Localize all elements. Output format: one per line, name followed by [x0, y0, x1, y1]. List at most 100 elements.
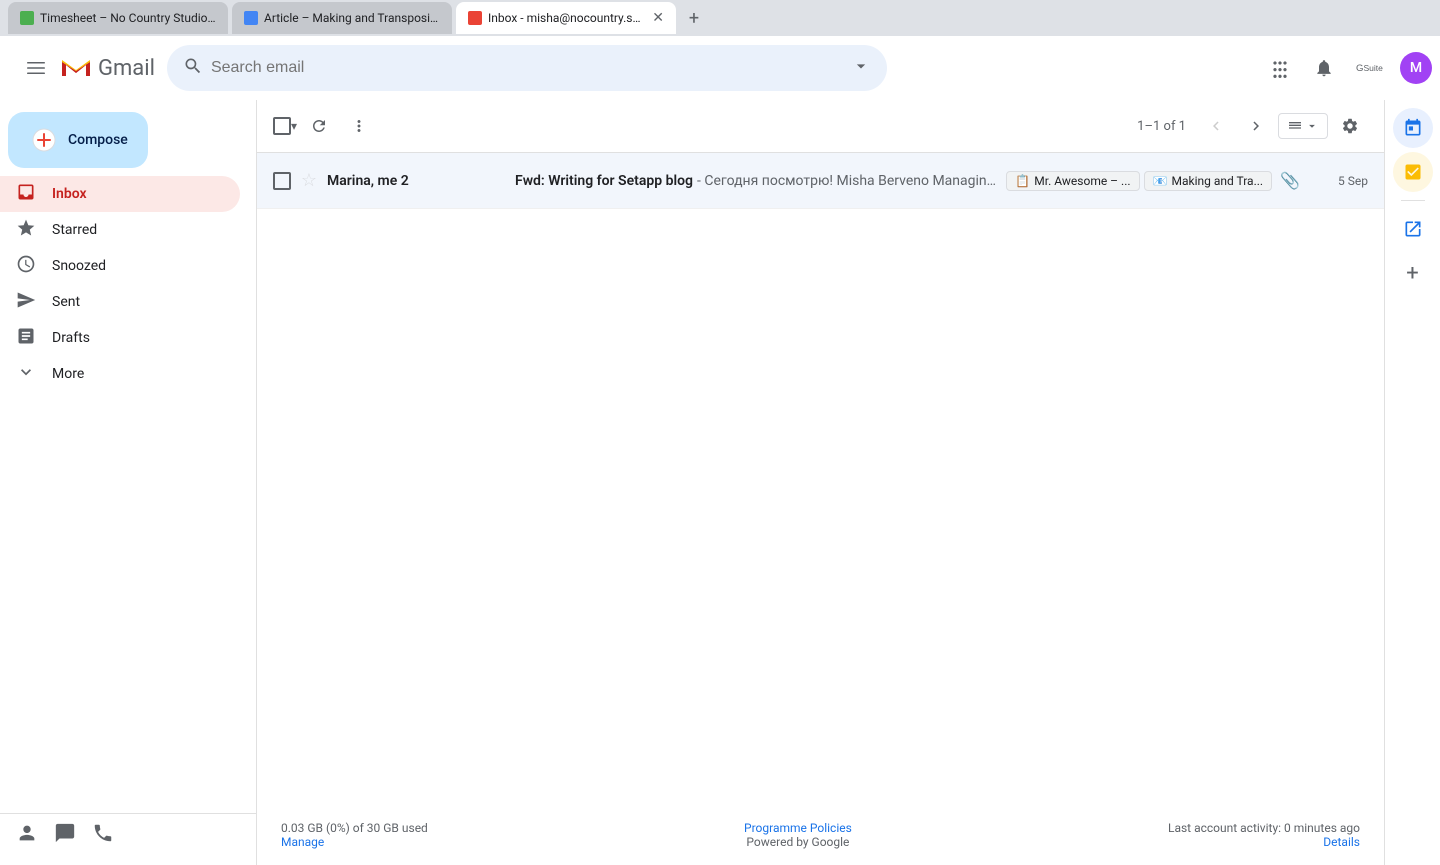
footer-center: Programme Policies Powered by Google [744, 821, 852, 849]
gmail-logo: Gmail [60, 56, 155, 81]
email-chips: 📋 Mr. Awesome – ... 📧 Making and Tra... [1006, 171, 1272, 191]
footer-left: 0.03 GB (0%) of 30 GB used Manage [281, 821, 428, 849]
email-snippet: - Сегодня посмотрю! Misha Berveno Managi… [697, 173, 998, 189]
storage-text: 0.03 GB (0%) of 30 GB used [281, 821, 428, 835]
footer-right: Last account activity: 0 minutes ago Det… [1168, 821, 1360, 849]
right-panel-divider [1401, 200, 1425, 201]
manage-link[interactable]: Manage [281, 835, 324, 849]
search-input[interactable] [211, 59, 843, 77]
sidebar-bottom [0, 813, 256, 857]
search-dropdown-icon[interactable] [851, 56, 871, 81]
tab1-label: Timesheet – No Country Studio – Harvest [40, 11, 216, 25]
sidebar-item-sent[interactable]: Sent [0, 284, 240, 320]
refresh-button[interactable] [301, 108, 337, 144]
details-link[interactable]: Details [1323, 835, 1360, 849]
gmail-m-icon [60, 56, 92, 80]
pagination-text: 1–1 of 1 [1129, 119, 1194, 134]
inbox-icon [16, 182, 36, 207]
sidebar-item-snoozed[interactable]: Snoozed [0, 248, 240, 284]
content-area: ▾ 1–1 of 1 [256, 100, 1384, 865]
email-subject: Fwd: Writing for Setapp blog [515, 173, 693, 189]
email-chip-2[interactable]: 📧 Making and Tra... [1144, 171, 1273, 191]
more-options-button[interactable] [341, 108, 377, 144]
drafts-icon [16, 326, 36, 351]
chat-icon[interactable] [54, 822, 76, 849]
select-dropdown-icon[interactable]: ▾ [291, 119, 297, 133]
next-page-button[interactable] [1238, 108, 1274, 144]
chip2-label: Making and Tra... [1171, 174, 1263, 188]
chip1-icon: 📋 [1015, 174, 1030, 188]
email-chip-1[interactable]: 📋 Mr. Awesome – ... [1006, 171, 1139, 191]
chip2-icon: 📧 [1153, 174, 1168, 188]
browser-tab-1[interactable]: Timesheet – No Country Studio – Harvest [8, 2, 228, 34]
email-date: 5 Sep [1308, 174, 1368, 188]
email-content: Fwd: Writing for Setapp blog - Сегодня п… [515, 173, 998, 189]
density-button[interactable] [1278, 113, 1328, 139]
tab2-label: Article – Making and Transposing an Emai… [264, 11, 440, 25]
compose-button[interactable]: Compose [8, 112, 148, 168]
sidebar: Compose Inbox Starred Snoozed [0, 100, 256, 865]
starred-icon [16, 218, 36, 243]
more-label: More [52, 366, 224, 382]
calendar-panel-icon[interactable] [1393, 108, 1433, 148]
external-link-icon[interactable] [1393, 209, 1433, 249]
sent-label: Sent [52, 294, 224, 310]
toolbar-left: ▾ [273, 108, 377, 144]
gsuite-logo-icon: G Suite [1356, 58, 1388, 78]
new-tab-button[interactable]: + [680, 4, 708, 32]
browser-tab-2[interactable]: Article – Making and Transposing an Emai… [232, 2, 452, 34]
avatar[interactable]: M [1400, 52, 1432, 84]
browser-chrome: Timesheet – No Country Studio – Harvest … [0, 0, 1440, 36]
tab3-close-icon[interactable]: ✕ [652, 10, 664, 26]
browser-tab-3[interactable]: Inbox - misha@nocountry.studio - No Coun… [456, 2, 676, 34]
email-sender: Marina, me 2 [327, 173, 507, 189]
compose-plus-icon [32, 128, 56, 152]
sidebar-item-starred[interactable]: Starred [0, 212, 240, 248]
gsuite-badge[interactable]: G Suite [1348, 54, 1396, 82]
sidebar-item-drafts[interactable]: Drafts [0, 320, 240, 356]
right-panel: + [1384, 100, 1440, 865]
prev-page-button[interactable] [1198, 108, 1234, 144]
snoozed-icon [16, 254, 36, 279]
inbox-label: Inbox [52, 186, 224, 202]
footer: 0.03 GB (0%) of 30 GB used Manage Progra… [257, 805, 1384, 865]
tab2-favicon [244, 11, 258, 25]
drafts-label: Drafts [52, 330, 224, 346]
email-list: ☆ Marina, me 2 Fwd: Writing for Setapp b… [257, 153, 1384, 805]
tab3-label: Inbox - misha@nocountry.studio - No Coun… [488, 11, 642, 25]
tab3-favicon [468, 11, 482, 25]
policies-link[interactable]: Programme Policies [744, 821, 852, 835]
star-icon[interactable]: ☆ [299, 170, 319, 191]
more-icon [16, 362, 36, 387]
gmail-wordmark: Gmail [98, 56, 155, 81]
topbar: Gmail G Suite [0, 36, 1440, 100]
add-panel-button[interactable]: + [1393, 253, 1433, 293]
chip1-label: Mr. Awesome – ... [1034, 174, 1130, 188]
notifications-button[interactable] [1304, 48, 1344, 88]
select-all-container[interactable]: ▾ [273, 117, 297, 135]
topbar-right: G Suite M [1260, 48, 1432, 88]
toolbar-right: 1–1 of 1 [1129, 108, 1368, 144]
sidebar-item-more[interactable]: More [0, 356, 240, 392]
email-checkbox[interactable] [273, 172, 291, 190]
svg-text:G: G [1356, 63, 1363, 74]
attachment-icon: 📎 [1280, 171, 1300, 190]
starred-label: Starred [52, 222, 224, 238]
apps-button[interactable] [1260, 48, 1300, 88]
menu-button[interactable] [16, 48, 56, 88]
select-all-checkbox[interactable] [273, 117, 291, 135]
avatar-initials: M [1410, 60, 1422, 76]
sent-icon [16, 290, 36, 315]
settings-button[interactable] [1332, 108, 1368, 144]
tasks-panel-icon[interactable] [1393, 152, 1433, 192]
phone-icon[interactable] [92, 822, 114, 849]
activity-text: Last account activity: 0 minutes ago [1168, 821, 1360, 835]
search-bar[interactable] [167, 45, 887, 91]
add-contact-icon[interactable] [16, 822, 38, 849]
compose-label: Compose [68, 132, 128, 148]
sidebar-item-inbox[interactable]: Inbox [0, 176, 240, 212]
gmail-app: Gmail G Suite [0, 36, 1440, 865]
email-row[interactable]: ☆ Marina, me 2 Fwd: Writing for Setapp b… [257, 153, 1384, 209]
tab1-favicon [20, 11, 34, 25]
search-icon [183, 56, 203, 81]
